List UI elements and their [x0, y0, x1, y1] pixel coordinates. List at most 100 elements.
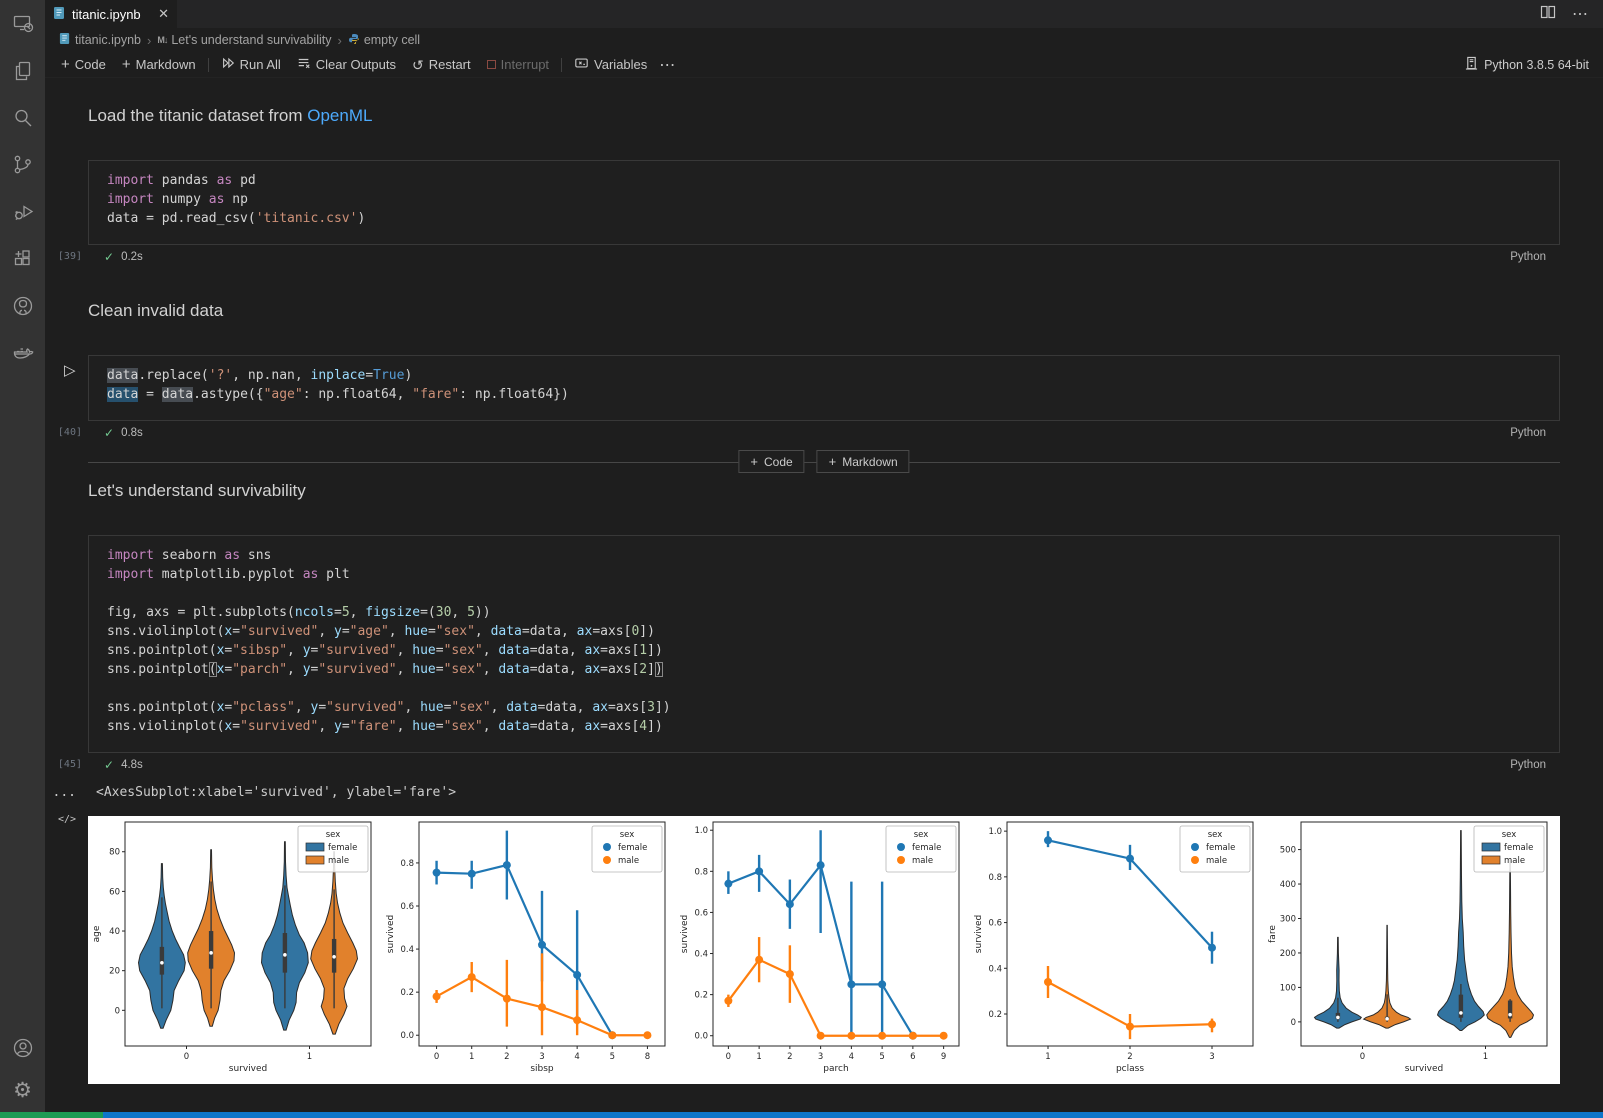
- md-survive-gutter: [45, 481, 88, 513]
- run-cell-button[interactable]: ▷: [64, 361, 76, 379]
- interrupt-kernel-button[interactable]: Interrupt: [479, 57, 557, 72]
- md-survive[interactable]: Let's understand survivability: [45, 481, 1603, 513]
- account-icon[interactable]: [11, 1036, 35, 1060]
- svg-text:5: 5: [610, 1052, 615, 1062]
- svg-text:6: 6: [910, 1052, 915, 1062]
- code-load-exec: [39]✓0.2sPython: [45, 247, 1603, 267]
- execution-count: [40]: [58, 427, 82, 438]
- md-load[interactable]: Load the titanic dataset from OpenML: [45, 106, 1603, 138]
- svg-text:survived: survived: [386, 915, 396, 954]
- tab-titanic-ipynb[interactable]: titanic.ipynb ✕: [45, 0, 177, 28]
- status-bar: [0, 1112, 1603, 1118]
- settings-gear-icon[interactable]: ⚙: [11, 1078, 35, 1102]
- code-plots-editor[interactable]: import seaborn as snsimport matplotlib.p…: [88, 535, 1560, 753]
- insert-code-button[interactable]: +Code: [738, 450, 804, 473]
- extensions-icon[interactable]: [11, 247, 35, 271]
- plus-icon: +: [61, 57, 70, 72]
- svg-text:0.2: 0.2: [400, 988, 414, 998]
- code-clean-editor[interactable]: data.replace('?', np.nan, inplace=True)d…: [88, 355, 1560, 421]
- svg-text:1.0: 1.0: [988, 827, 1002, 837]
- breadcrumb-cell[interactable]: empty cell: [348, 33, 420, 48]
- code-plots: import seaborn as snsimport matplotlib.p…: [45, 535, 1603, 753]
- more-actions-icon[interactable]: ⋯: [1572, 4, 1589, 24]
- svg-text:0.8: 0.8: [988, 873, 1002, 883]
- breadcrumb-separator: ›: [147, 33, 151, 48]
- restart-kernel-button[interactable]: ↺ Restart: [404, 57, 479, 72]
- run-and-debug-icon[interactable]: [11, 200, 35, 224]
- execution-time: 0.8s: [121, 427, 143, 439]
- search-icon[interactable]: [11, 106, 35, 130]
- svg-text:female: female: [618, 843, 647, 853]
- breadcrumb: titanic.ipynb › M↓ Let's understand surv…: [45, 28, 1603, 52]
- svg-text:female: female: [1206, 843, 1235, 853]
- remote-indicator[interactable]: [0, 1112, 103, 1118]
- add-markdown-cell-button[interactable]: + Markdown: [114, 57, 204, 72]
- svg-text:5: 5: [879, 1052, 884, 1062]
- breadcrumb-file[interactable]: titanic.ipynb: [59, 32, 141, 48]
- svg-text:male: male: [1504, 856, 1525, 866]
- output-repr-text: <AxesSubplot:xlabel='survived', ylabel='…: [88, 785, 1560, 800]
- markdown-content: Clean invalid data: [88, 301, 1560, 333]
- remote-explorer-icon[interactable]: [11, 12, 35, 36]
- run-all-icon: [221, 56, 235, 73]
- svg-text:1: 1: [1483, 1052, 1488, 1062]
- variables-button[interactable]: Variables: [566, 56, 655, 73]
- code-clean-gutter: ▷: [45, 355, 88, 421]
- run-all-button[interactable]: Run All: [213, 56, 289, 73]
- kernel-picker[interactable]: Python 3.8.5 64-bit: [1465, 56, 1603, 73]
- svg-text:0: 0: [1360, 1052, 1365, 1062]
- github-icon[interactable]: [11, 294, 35, 318]
- code-load-editor[interactable]: import pandas as pdimport numpy as npdat…: [88, 160, 1560, 245]
- code-clean-exec: [40]✓0.8sPython: [45, 423, 1603, 443]
- clear-outputs-button[interactable]: Clear Outputs: [289, 56, 404, 73]
- age-by-survived-violin-svg: 02040608001survivedagesexfemalemale: [88, 816, 382, 1084]
- svg-text:0.2: 0.2: [988, 1010, 1002, 1020]
- svg-text:300: 300: [1280, 914, 1296, 924]
- svg-text:100: 100: [1280, 983, 1296, 993]
- docker-icon[interactable]: [11, 341, 35, 365]
- svg-text:fare: fare: [1268, 925, 1278, 943]
- output-mime-toggle-icon[interactable]: </>: [58, 814, 76, 825]
- toolbar-more-icon[interactable]: ⋯: [659, 55, 676, 75]
- code-load: import pandas as pdimport numpy as npdat…: [45, 160, 1603, 245]
- editor-area: titanic.ipynb ✕ ⋯ titanic.ipynb › M↓ Let…: [45, 0, 1603, 1112]
- success-check-icon: ✓: [104, 250, 114, 264]
- svg-text:male: male: [1206, 856, 1227, 866]
- subplot-age-by-survived-violin: 02040608001survivedagesexfemalemale: [88, 816, 382, 1084]
- breadcrumb-section[interactable]: M↓ Let's understand survivability: [157, 33, 331, 47]
- code-line: data = pd.read_csv('titanic.csv'): [107, 209, 1551, 228]
- code-line: [107, 584, 1551, 603]
- svg-text:0.8: 0.8: [400, 859, 414, 869]
- interrupt-icon: [487, 60, 496, 69]
- svg-text:400: 400: [1280, 880, 1296, 890]
- pclass-survival-pointplot-svg: 0.20.40.60.81.0123pclasssurvivedsexfemal…: [970, 816, 1264, 1084]
- notebook-file-icon: [59, 32, 71, 48]
- code-line: sns.pointplot(x="pclass", y="survived", …: [107, 698, 1551, 717]
- openml-link[interactable]: OpenML: [307, 106, 372, 125]
- svg-text:60: 60: [109, 887, 120, 897]
- svg-text:0.4: 0.4: [988, 964, 1002, 974]
- code-plots-exec: [45]✓4.8sPython: [45, 755, 1603, 775]
- markdown-text: Clean invalid data: [88, 301, 223, 320]
- activity-bar-bottom: ⚙: [11, 1036, 35, 1102]
- split-editor-icon[interactable]: [1540, 4, 1556, 25]
- plus-icon: +: [122, 57, 131, 72]
- md-clean[interactable]: Clean invalid data: [45, 301, 1603, 333]
- explorer-icon[interactable]: [11, 59, 35, 83]
- insert-markdown-button[interactable]: +Markdown: [817, 450, 910, 473]
- status-bar-fill: [103, 1112, 1603, 1118]
- svg-text:survived: survived: [229, 1064, 268, 1074]
- tab-close-icon[interactable]: ✕: [158, 6, 169, 22]
- source-control-icon[interactable]: [11, 153, 35, 177]
- cell-language-label: Python: [1510, 759, 1560, 771]
- subplot-pclass-survival-pointplot: 0.20.40.60.81.0123pclasssurvivedsexfemal…: [970, 816, 1264, 1084]
- svg-text:0.4: 0.4: [694, 950, 708, 960]
- kernel-icon: [1465, 56, 1478, 73]
- add-code-cell-button[interactable]: + Code: [53, 57, 114, 72]
- svg-text:4: 4: [574, 1052, 579, 1062]
- svg-text:male: male: [618, 856, 639, 866]
- svg-text:8: 8: [645, 1052, 650, 1062]
- svg-text:2: 2: [787, 1052, 792, 1062]
- svg-text:3: 3: [1209, 1052, 1214, 1062]
- svg-text:0.2: 0.2: [694, 991, 708, 1001]
